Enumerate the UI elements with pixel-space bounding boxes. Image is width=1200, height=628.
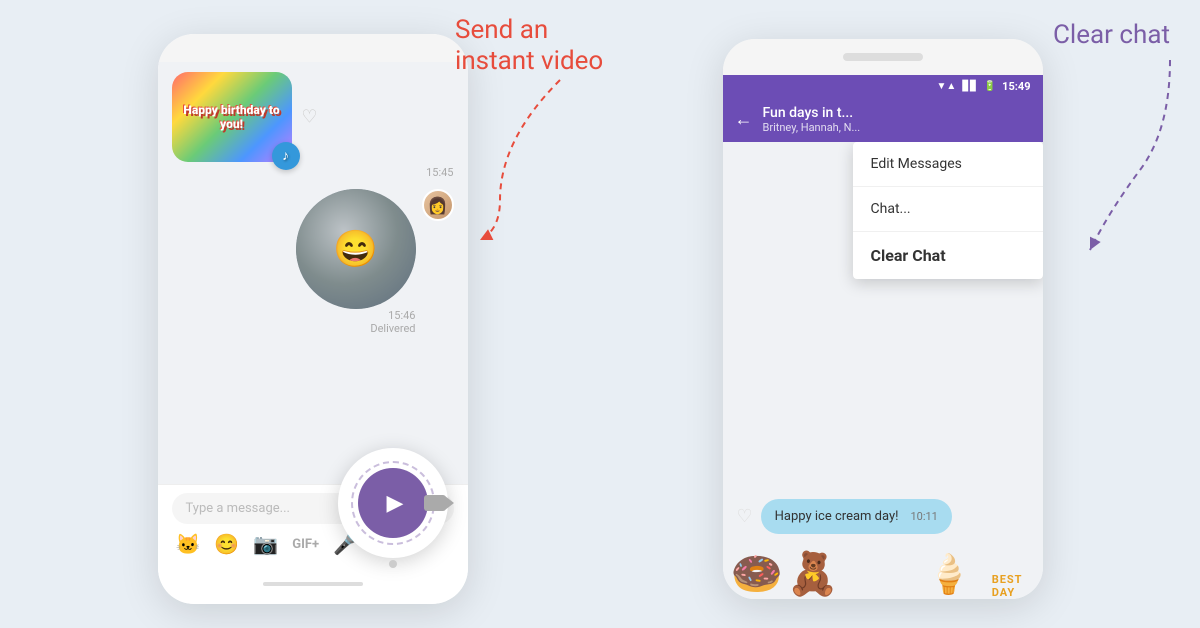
delivered-status: Delivered xyxy=(370,322,415,335)
annotation-line2: instant video xyxy=(455,46,603,77)
video-button-callout: ▶ xyxy=(338,448,448,558)
right-chat-area: Edit Messages Chat... Clear Chat ♡ Happy… xyxy=(723,142,1043,599)
left-chat-area: Happy birthday to you! ♪ ♡ 15:45 👩 😄 15:… xyxy=(158,62,468,484)
video-circle[interactable]: 😄 xyxy=(296,189,416,309)
video-time-info: 15:46 Delivered xyxy=(370,309,415,335)
gif-icon[interactable]: GIF+ xyxy=(292,537,319,552)
home-bar xyxy=(158,564,468,604)
music-badge: ♪ xyxy=(272,142,300,170)
right-annotation: Clear chat xyxy=(1053,20,1170,50)
chat-title: Fun days in t... xyxy=(763,105,1031,121)
chat-subtitle: Britney, Hannah, N... xyxy=(763,121,1031,134)
video-record-button-circle[interactable]: ▶ xyxy=(338,448,448,558)
icecream-sticker: 🍦 xyxy=(925,553,972,597)
sticker-icon[interactable]: 🐱 xyxy=(176,532,201,556)
bubble-text: Happy ice cream day! xyxy=(775,509,899,524)
play-icon: ▶ xyxy=(387,491,404,516)
video-message: 👩 😄 15:46 Delivered xyxy=(172,189,454,335)
status-time: 15:49 xyxy=(1002,80,1030,93)
right-phone: ▼▲ ▊▊ 🔋 15:49 ← Fun days in t... Britney… xyxy=(723,39,1043,599)
video-record-button[interactable]: ▶ xyxy=(358,468,428,538)
top-speaker xyxy=(723,39,1043,75)
sticker-image: Happy birthday to you! ♪ xyxy=(172,72,292,162)
dot-indicator xyxy=(389,560,397,568)
annotation-line1: Send an xyxy=(455,15,548,46)
avatar: 👩 xyxy=(422,189,454,221)
emoji-icon[interactable]: 😊 xyxy=(214,532,239,556)
best-day-label: BESTDAY xyxy=(992,573,1023,599)
wifi-icon: ▼▲ xyxy=(937,81,957,92)
bubble-row: ♡ Happy ice cream day! 10:11 xyxy=(723,499,1043,534)
sticker-time: 15:45 xyxy=(426,166,453,179)
back-button[interactable]: ← xyxy=(735,109,753,130)
left-status-bar xyxy=(158,34,468,62)
input-placeholder: Type a message... xyxy=(186,501,290,516)
sticker-message: Happy birthday to you! ♪ ♡ 15:45 xyxy=(172,72,454,179)
ice-cream-bubble: Happy ice cream day! 10:11 xyxy=(761,499,952,534)
home-indicator xyxy=(263,582,363,586)
speaker-bar xyxy=(843,53,923,61)
main-scene: Happy birthday to you! ♪ ♡ 15:45 👩 😄 15:… xyxy=(0,0,1200,628)
video-time: 15:46 xyxy=(370,309,415,322)
camera-icon[interactable]: 📷 xyxy=(253,532,278,556)
camera-wing xyxy=(424,495,446,511)
right-annotation-text: Clear chat xyxy=(1053,20,1170,50)
context-menu: Edit Messages Chat... Clear Chat xyxy=(853,142,1043,279)
chat-header: ← Fun days in t... Britney, Hannah, N... xyxy=(723,97,1043,142)
sticker-text: Happy birthday to you! xyxy=(176,103,288,132)
right-status-bar: ▼▲ ▊▊ 🔋 15:49 xyxy=(723,75,1043,97)
bear-sticker: 🧸 xyxy=(787,550,839,599)
signal-icon: ▊▊ xyxy=(962,81,977,92)
donut-sticker: 🍩 xyxy=(731,550,783,599)
menu-item-chat[interactable]: Chat... xyxy=(853,187,1043,232)
bubble-time: 10:11 xyxy=(910,510,937,523)
sticker-row: 🍩 🧸 BESTDAY 🍦 xyxy=(723,534,1043,599)
dashed-arrow-right xyxy=(1060,50,1180,270)
camera-wing-area xyxy=(424,495,446,511)
bubble-heart-icon[interactable]: ♡ xyxy=(737,506,753,527)
camera-wing-tip xyxy=(445,496,454,510)
battery-icon: 🔋 xyxy=(984,81,996,92)
left-annotation: Send an instant video xyxy=(455,15,603,77)
heart-icon[interactable]: ♡ xyxy=(301,107,317,128)
chat-info: Fun days in t... Britney, Hannah, N... xyxy=(763,105,1031,134)
menu-item-edit-messages[interactable]: Edit Messages xyxy=(853,142,1043,187)
menu-item-clear-chat[interactable]: Clear Chat xyxy=(853,232,1043,279)
video-thumbnail: 😄 xyxy=(296,189,416,309)
